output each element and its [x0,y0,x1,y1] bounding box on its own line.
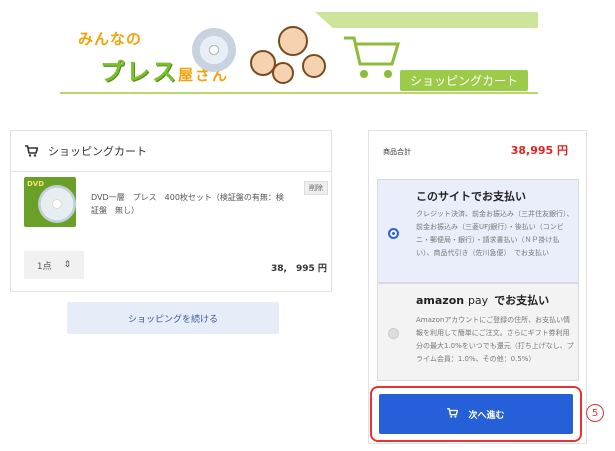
thumbnail-disc-icon [38,185,76,223]
updown-icon: ⇕ [63,260,72,270]
amazon-pay-title-text: でお支払い [494,294,550,307]
payment-option-description: クレジット決済、前金お振込み（三井住友銀行）、前金お振込み（三菱UFJ銀行）・後… [416,210,574,257]
thumbnail-label: DVD [27,180,45,188]
cart-heading-text: ショッピングカート [48,145,147,158]
payment-option-title: このサイトでお支払い [416,190,526,203]
payment-option-title: amazon pay でお支払い [416,292,549,308]
payment-option-description: Amazonアカウントにご登録の住所、お支払い情報を利用して簡単にご注文。さらに… [416,316,574,363]
step-number-marker: 5 [586,404,604,422]
quantity-select[interactable]: 1点 ⇕ [24,251,84,279]
product-thumbnail[interactable]: DVD [24,177,76,227]
total-label: 商品合計 [383,148,411,156]
header-banner: みんなの プレス屋さん ショッピングカート [60,8,538,94]
cart-heading: ショッピングカート [25,143,147,159]
next-button-label: 次へ進む [468,410,505,421]
delete-button[interactable]: 削除 [304,181,328,195]
logo-main-text: プレス [100,58,178,86]
amazon-pay-logo: amazon pay [416,294,489,307]
product-name: DVD一層 プレス 400枚セット（検証盤の有無：検証盤 無し） [91,193,284,215]
cart-panel: ショッピングカート DVD DVD一層 プレス 400枚セット（検証盤の有無：検… [10,130,332,292]
next-button[interactable]: 次へ進む [379,394,573,434]
divider [11,171,331,172]
item-price: 38, 995 円 [271,264,327,274]
banner-section-title: ショッピングカート [400,70,529,91]
cart-icon [25,145,38,157]
payment-radio-site[interactable] [388,228,399,239]
cart-icon [447,407,459,421]
banner-stripe [315,12,538,28]
payment-option-amazon-pay[interactable]: amazon pay でお支払い Amazonアカウントにご登録の住所、お支払い… [377,283,579,381]
banner-underline [60,92,538,94]
next-button-highlight: 次へ進む [370,386,582,442]
disc-icon [192,28,236,72]
payment-option-site[interactable]: このサイトでお支払い クレジット決済、前金お振込み（三井住友銀行）、前金お振込み… [377,179,579,283]
continue-shopping-button[interactable]: ショッピングを続ける [67,302,279,334]
cart-illustration-icon [344,36,401,78]
total-value: 38,995 円 [510,144,568,157]
quantity-value: 1点 [36,261,52,272]
family-illustration [250,20,332,90]
logo-small-text: みんなの [78,30,143,48]
payment-radio-amazon[interactable] [388,328,399,339]
